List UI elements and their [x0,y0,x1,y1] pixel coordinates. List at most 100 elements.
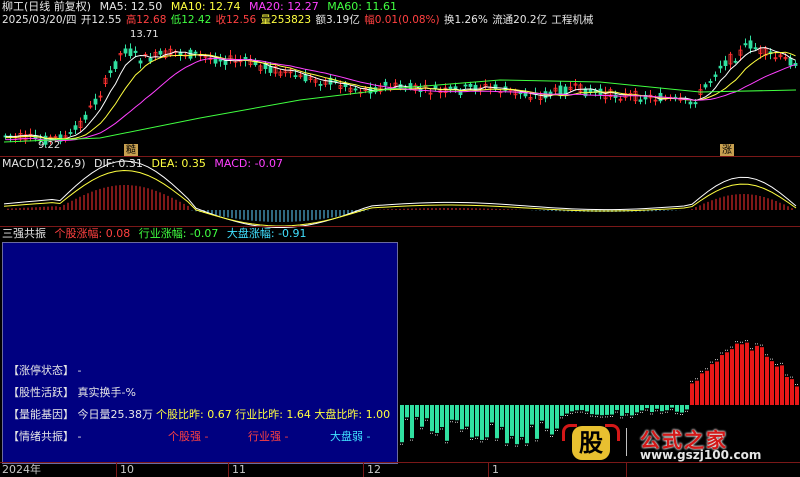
ratio-line: 个股比昨: 0.67 行业比昨: 1.64 大盘比昨: 1.00 [156,408,391,421]
resonance-bar [745,342,749,405]
resonance-bar [550,405,554,435]
resonance-bar [630,405,634,416]
watermark-divider [626,428,627,456]
resonance-header: 三强共振 个股涨幅: 0.08 行业涨幅: -0.07 大盘涨幅: -0.91 [2,227,312,241]
resonance-title[interactable]: 三强共振 [2,227,46,240]
candle-body [523,92,528,97]
candle-body [458,90,463,96]
dea-line [3,170,797,227]
resonance-bar [640,405,644,411]
resonance-bar [695,380,699,405]
logo-char: 股 [572,426,610,460]
candle-body [788,57,793,66]
resonance-bar [555,405,559,429]
macd-dif: DIF: 0.31 [94,157,143,170]
candle-body [453,86,458,90]
resonance-bar [650,405,654,413]
watermark-url: www.gszj100.com [640,448,762,462]
resonance-bar [780,365,784,405]
candle-body [713,74,718,77]
ma20-line [5,57,796,142]
resonance-bar [680,405,684,413]
resonance-bar [775,366,779,405]
candle-body [113,61,118,69]
candle-body [108,70,113,73]
resonance-bar [790,379,794,405]
resonance-bar [500,405,504,427]
candle-body [318,84,323,86]
candle-body [138,60,143,64]
candle-body [73,125,78,130]
macd-value: MACD: -0.07 [214,157,284,170]
resonance-bar [670,405,674,408]
candle-body [158,50,163,55]
resonance-bar [770,361,774,405]
resonance-bar [785,376,789,405]
limit-status: 【涨停状态】 - [8,364,82,377]
resonance-bar [520,405,524,437]
resonance-bar [495,405,499,439]
candle-body [468,83,473,87]
resonance-bar [415,405,419,417]
resonance-bar [440,405,444,428]
sentiment-resonance: 【情绪共振】 - [8,430,82,443]
resonance-bar [760,347,764,405]
market-change-label: 大盘涨幅: -0.91 [226,227,307,240]
resonance-bar [560,405,564,416]
candle-body [723,60,728,67]
stock-activity: 【股性活跃】 真实换手-% [8,386,136,399]
resonance-bar [485,405,489,438]
macd-title[interactable]: MACD(12,26,9) [2,157,86,170]
axis-date: 11 [232,463,246,476]
axis-tick [488,463,489,477]
volume-gene: 【量能基因】 今日量25.38万 [8,408,153,421]
candle-body [148,57,153,62]
candle-body [638,99,643,102]
resonance-bar [480,405,484,440]
resonance-bar [655,405,659,409]
resonance-bar [400,405,404,443]
candle-body [293,75,298,78]
candle-body [703,84,708,88]
axis-date: 2024年 [2,463,41,476]
resonance-bar [510,405,514,436]
resonance-bar [505,405,509,444]
candle-body [688,101,693,105]
resonance-bar [450,405,454,420]
candle-body [93,98,98,105]
resonance-bar [730,349,734,405]
resonance-bar [635,405,639,413]
resonance-bar [795,386,799,405]
axis-date: 1 [492,463,499,476]
axis-date: 10 [120,463,134,476]
axis-date: 12 [367,463,381,476]
resonance-bar [590,405,594,415]
candle-body [708,81,713,83]
candle-body [353,88,358,91]
stock-strong-label: 个股强 - [168,430,209,443]
resonance-bar [610,405,614,415]
date-axis: 2024年 10 11 12 1 [0,462,800,477]
resonance-bar [740,344,744,405]
macd-dea: DEA: 0.35 [151,157,206,170]
resonance-bar [615,405,619,411]
industry-strong-label: 行业强 - [248,430,289,443]
candle-body [748,40,753,49]
resonance-bar [570,405,574,412]
stock-change-label: 个股涨幅: 0.08 [54,227,131,240]
resonance-bar [525,405,529,444]
ma5-line [5,47,796,141]
axis-tick [363,463,364,477]
moving-average-lines [3,47,797,143]
resonance-bar [690,383,694,405]
candle-body [68,132,73,134]
candle-body [213,57,218,64]
candle-body [83,114,88,120]
industry-change-label: 行业涨幅: -0.07 [138,227,219,240]
resonance-bar [490,405,494,423]
candle-body [123,48,128,54]
resonance-bar [405,405,409,418]
candle-body [448,86,453,90]
resonance-bar [425,405,429,419]
resonance-bar [460,405,464,430]
